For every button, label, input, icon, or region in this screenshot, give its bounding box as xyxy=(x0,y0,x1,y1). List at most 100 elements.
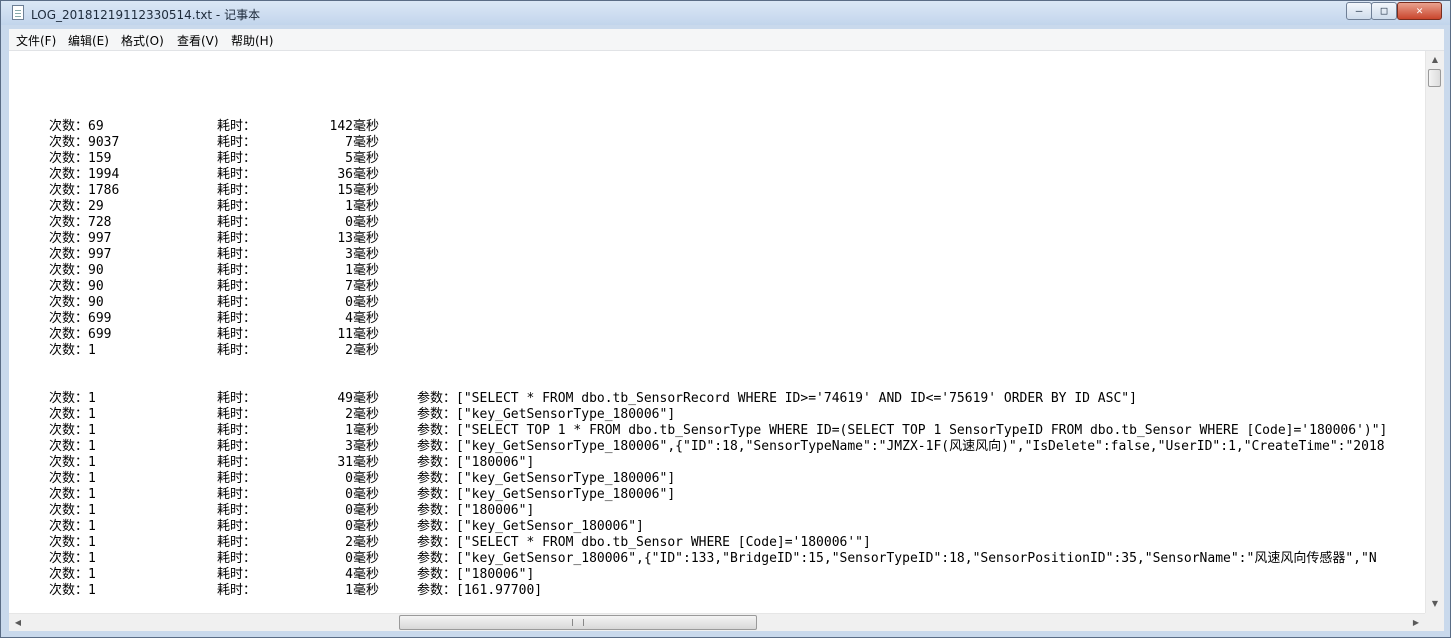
maximize-button[interactable]: □ xyxy=(1371,2,1397,20)
log-count: 次数：90 xyxy=(49,295,104,311)
log-time-label: 耗时： xyxy=(217,279,257,294)
menu-view[interactable]: 查看(V) xyxy=(177,32,219,49)
log-count-label: 次数： xyxy=(49,487,89,502)
scroll-left-arrow-icon[interactable]: ◀ xyxy=(9,614,27,631)
log-time-label: 耗时： xyxy=(217,503,257,518)
log-count-label: 次数： xyxy=(49,391,89,406)
log-param: 参数：["key_GetSensorType_180006"] xyxy=(417,471,675,487)
log-duration-value: 13 xyxy=(337,231,353,246)
log-count: 次数：1 xyxy=(49,391,96,407)
log-param: 参数：["SELECT * FROM dbo.tb_Sensor WHERE [… xyxy=(417,535,871,551)
log-count-label: 次数： xyxy=(49,327,89,342)
log-count-label: 次数： xyxy=(49,183,89,198)
log-duration-unit: 毫秒 xyxy=(352,311,379,326)
menu-edit[interactable]: 编辑(E) xyxy=(68,32,109,49)
log-duration-value: 142 xyxy=(329,119,353,134)
log-count: 次数：1 xyxy=(49,439,96,455)
log-duration-unit: 毫秒 xyxy=(352,295,379,310)
log-count-value: 1 xyxy=(88,439,96,454)
log-duration-unit: 毫秒 xyxy=(352,231,379,246)
log-time-label: 耗时： xyxy=(217,167,257,182)
scroll-down-arrow-icon[interactable]: ▼ xyxy=(1426,595,1444,613)
log-duration-unit: 毫秒 xyxy=(352,215,379,230)
log-duration-unit: 毫秒 xyxy=(352,439,379,454)
menu-format[interactable]: 格式(O) xyxy=(121,32,164,49)
log-count: 次数：1994 xyxy=(49,167,119,183)
log-duration-unit: 毫秒 xyxy=(352,343,379,358)
vertical-scrollbar[interactable]: ▲ ▼ xyxy=(1425,51,1444,613)
log-duration-value: 1 xyxy=(345,423,353,438)
log-count-label: 次数： xyxy=(49,551,89,566)
log-count: 次数：1 xyxy=(49,535,96,551)
close-button[interactable]: ✕ xyxy=(1397,2,1442,20)
scroll-up-arrow-icon[interactable]: ▲ xyxy=(1426,51,1444,69)
log-count-value: 69 xyxy=(88,119,104,134)
log-count-value: 1 xyxy=(88,407,96,422)
log-duration: 0毫秒 xyxy=(309,215,379,231)
log-param-label: 参数： xyxy=(417,583,457,598)
minimize-button[interactable]: ‒ xyxy=(1346,2,1372,20)
log-count-value: 90 xyxy=(88,295,104,310)
log-param-label: 参数： xyxy=(417,471,457,486)
log-count-label: 次数： xyxy=(49,295,89,310)
log-duration: 1毫秒 xyxy=(309,199,379,215)
log-duration-unit: 毫秒 xyxy=(352,503,379,518)
log-count: 次数：1 xyxy=(49,551,96,567)
log-time-label: 耗时： xyxy=(217,423,257,438)
menu-help[interactable]: 帮助(H) xyxy=(231,32,273,49)
log-duration: 4毫秒 xyxy=(309,311,379,327)
log-duration-unit: 毫秒 xyxy=(352,391,379,406)
log-duration-unit: 毫秒 xyxy=(352,263,379,278)
log-count-label: 次数： xyxy=(49,343,89,358)
title-bar[interactable]: LOG_20181219112330514.txt - 记事本 ‒ □ ✕ xyxy=(1,1,1450,25)
log-duration: 142毫秒 xyxy=(309,119,380,135)
scroll-right-arrow-icon[interactable]: ▶ xyxy=(1407,614,1425,631)
log-duration: 11毫秒 xyxy=(309,327,379,343)
horizontal-scrollbar[interactable]: ◀ ▶ xyxy=(9,613,1425,631)
log-count: 次数：1 xyxy=(49,583,96,599)
log-count: 次数：90 xyxy=(49,279,104,295)
log-duration-value: 0 xyxy=(345,295,353,310)
log-param: 参数：["180006"] xyxy=(417,503,534,519)
log-count-label: 次数： xyxy=(49,151,89,166)
log-duration: 7毫秒 xyxy=(309,279,379,295)
log-time-label: 耗时： xyxy=(217,551,257,566)
log-duration: 7毫秒 xyxy=(309,135,379,151)
log-param-label: 参数： xyxy=(417,503,457,518)
log-time-label: 耗时： xyxy=(217,119,257,134)
log-time-label: 耗时： xyxy=(217,151,257,166)
log-duration-value: 0 xyxy=(345,215,353,230)
vertical-scroll-thumb[interactable] xyxy=(1428,69,1441,87)
log-count-label: 次数： xyxy=(49,583,89,598)
log-duration-value: 7 xyxy=(345,135,353,150)
log-duration: 36毫秒 xyxy=(309,167,379,183)
log-count-label: 次数： xyxy=(49,263,89,278)
log-duration-unit: 毫秒 xyxy=(352,535,379,550)
log-count-label: 次数： xyxy=(49,567,89,582)
log-duration-value: 1 xyxy=(345,263,353,278)
log-count-label: 次数： xyxy=(49,247,89,262)
log-count-value: 1786 xyxy=(88,183,120,198)
log-count-value: 90 xyxy=(88,279,104,294)
notepad-app-icon[interactable] xyxy=(12,5,24,20)
horizontal-scroll-thumb[interactable] xyxy=(399,615,757,630)
log-duration-value: 1 xyxy=(345,583,353,598)
log-count-value: 1 xyxy=(88,535,96,550)
editor[interactable]: 次数：69 耗时： 142毫秒 次数：9037 耗时： 7毫秒 次数：159 耗时： 5毫秒 次数… xyxy=(9,51,1444,631)
log-count-value: 1 xyxy=(88,423,96,438)
menu-bar: 文件(F) 编辑(E) 格式(O) 查看(V) 帮助(H) xyxy=(9,29,1444,51)
text-content[interactable]: 次数：69 耗时： 142毫秒 次数：9037 耗时： 7毫秒 次数：159 耗时： 5毫秒 次数… xyxy=(9,51,1425,613)
log-count: 次数：1 xyxy=(49,487,96,503)
log-time-label: 耗时： xyxy=(217,455,257,470)
notepad-window: LOG_20181219112330514.txt - 记事本 ‒ □ ✕ 文件… xyxy=(0,0,1451,638)
log-duration-unit: 毫秒 xyxy=(352,183,379,198)
log-count-value: 728 xyxy=(88,215,112,230)
log-duration: 2毫秒 xyxy=(309,535,379,551)
log-duration-value: 0 xyxy=(345,471,353,486)
log-duration: 1毫秒 xyxy=(309,583,379,599)
log-count-value: 1 xyxy=(88,471,96,486)
log-duration-value: 5 xyxy=(345,151,353,166)
menu-file[interactable]: 文件(F) xyxy=(16,32,56,49)
log-count-value: 1 xyxy=(88,487,96,502)
log-duration-value: 2 xyxy=(345,407,353,422)
